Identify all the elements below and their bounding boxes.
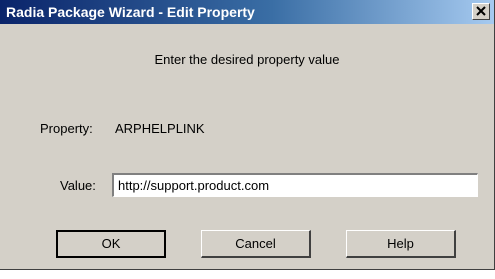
edit-property-dialog: Radia Package Wizard - Edit Property Ent… [0, 0, 495, 270]
close-button[interactable] [472, 3, 490, 20]
window-title: Radia Package Wizard - Edit Property [6, 4, 255, 20]
property-label: Property: [40, 121, 93, 136]
value-label: Value: [60, 178, 96, 193]
ok-button[interactable]: OK [56, 230, 166, 258]
close-icon [476, 6, 486, 16]
value-input[interactable] [112, 173, 478, 197]
help-button[interactable]: Help [346, 230, 456, 258]
title-bar[interactable]: Radia Package Wizard - Edit Property [0, 0, 494, 24]
prompt-text: Enter the desired property value [154, 52, 340, 67]
property-value: ARPHELPLINK [115, 121, 205, 136]
cancel-button[interactable]: Cancel [201, 230, 311, 258]
